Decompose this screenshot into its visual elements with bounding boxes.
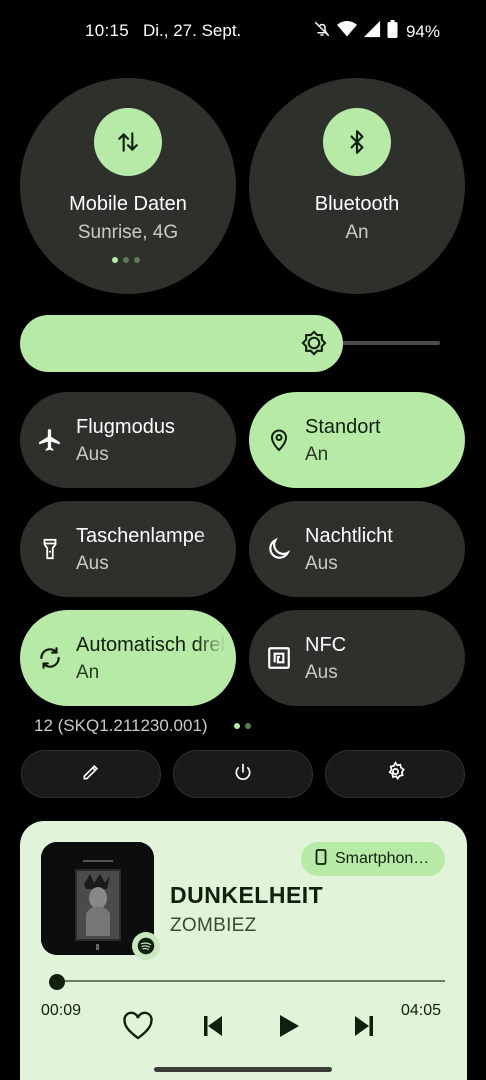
bluetooth-icon [323,108,391,176]
tile-title: Automatisch drehen [76,634,226,656]
wifi-icon [336,20,357,43]
moon-icon [265,535,293,563]
tile-auto-rotate[interactable]: Automatisch drehen An [20,610,236,706]
play-icon [278,1014,300,1043]
status-time: 10:15 [85,21,130,40]
brightness-slider[interactable] [20,315,343,372]
data-transfer-icon [94,108,162,176]
page-dot [245,723,251,729]
tile-subtitle: An [305,444,329,465]
output-device-chip[interactable]: Smartphon… [301,842,445,876]
skip-previous-icon [201,1014,225,1043]
tile-title: Nachtlicht [305,525,393,547]
battery-percent: 94% [405,21,440,41]
tile-subtitle: Aus [76,553,109,574]
seek-bar[interactable] [56,980,445,982]
page-indicator [112,257,140,263]
pencil-icon [81,762,101,787]
output-device-label: Smartphon… [335,850,430,867]
page-dot [234,723,240,729]
build-number[interactable]: 12 (SKQ1.211230.001) [34,716,208,736]
tile-title: Mobile Daten [69,193,187,215]
page-indicator [234,723,251,729]
page-dot [112,257,118,263]
like-button[interactable] [118,1008,158,1048]
tile-flashlight[interactable]: Taschenlampe Aus [20,501,236,597]
page-dot [134,257,140,263]
song-artist: ZOMBIEZ [170,915,257,936]
next-button[interactable] [344,1008,384,1048]
total-time: 04:05 [401,1002,442,1019]
heart-icon [122,1011,154,1046]
brightness-icon [300,329,328,362]
elapsed-time: 00:09 [41,1002,82,1019]
status-bar: 10:15 Di., 27. Sept. 94% [0,0,486,62]
tile-subtitle: Aus [76,444,109,465]
battery-icon [387,20,398,43]
bluetooth-tile[interactable]: Bluetooth An [249,78,465,294]
do-not-disturb-icon [313,20,331,43]
flashlight-icon [36,535,64,563]
tile-title: Standort [305,416,381,438]
tile-location[interactable]: Standort An [249,392,465,488]
airplane-icon [36,426,64,454]
status-icons: 94% [313,20,440,43]
tile-night-light[interactable]: Nachtlicht Aus [249,501,465,597]
nfc-icon [265,644,293,672]
spotify-icon [132,932,160,960]
power-button[interactable] [173,750,313,798]
skip-next-icon [352,1014,376,1043]
navigation-handle[interactable] [154,1067,332,1072]
tile-subtitle: Aus [305,553,338,574]
mobile-data-tile[interactable]: Mobile Daten Sunrise, 4G [20,78,236,294]
tile-subtitle: Aus [305,662,338,683]
page-dot [123,257,129,263]
signal-icon [363,20,381,43]
seek-thumb[interactable] [49,974,65,990]
song-title: DUNKELHEIT [170,882,324,908]
tile-subtitle: An [76,662,100,683]
play-button[interactable] [269,1008,309,1048]
settings-button[interactable] [325,750,465,798]
tile-airplane-mode[interactable]: Flugmodus Aus [20,392,236,488]
tile-subtitle: Sunrise, 4G [77,222,179,243]
location-icon [265,426,293,454]
media-player-card[interactable]: Smartphon… DUNKELHEIT ZOMBIEZ 00:09 04:0… [20,821,467,1080]
tile-title: Flugmodus [76,416,175,438]
edit-button[interactable] [21,750,161,798]
tile-title: Bluetooth [314,193,400,215]
phone-icon [315,848,327,870]
tile-title: NFC [305,634,347,656]
status-date: Di., 27. Sept. [143,21,242,40]
tile-title: Taschenlampe [76,525,205,547]
previous-button[interactable] [193,1008,233,1048]
power-icon [233,762,253,787]
gear-icon [385,761,406,787]
auto-rotate-icon [36,644,64,672]
tile-subtitle: An [345,222,369,243]
tile-nfc[interactable]: NFC Aus [249,610,465,706]
